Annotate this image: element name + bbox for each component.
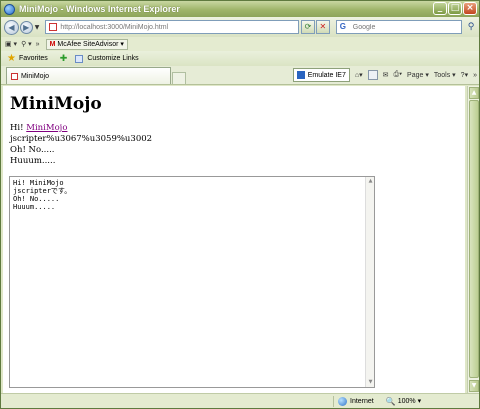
home-icon[interactable]: ⌂▾ bbox=[355, 71, 363, 79]
tools-menu-label: Tools bbox=[433, 72, 451, 79]
textarea-scroll-up-icon[interactable]: ▲ bbox=[366, 177, 375, 186]
research-icon[interactable]: » bbox=[473, 72, 477, 79]
scroll-down-icon[interactable]: ▼ bbox=[469, 380, 479, 392]
favorites-button[interactable]: Favorites bbox=[19, 55, 48, 62]
favorites-bar: ★ Favorites ✚ Customize Links bbox=[1, 51, 479, 66]
page-menu[interactable]: Page ▾ bbox=[407, 71, 429, 79]
page-scrollbar[interactable]: ▲ ▼ bbox=[467, 86, 479, 393]
links-toolbar: ▣ ▾ ⚲ ▾ » M McAfee SiteAdvisor ▾ bbox=[1, 37, 479, 51]
status-bar: Internet 🔍 100% ▾ bbox=[1, 393, 479, 408]
emulate-label: Emulate IE7 bbox=[307, 71, 346, 79]
textarea-scroll-down-icon[interactable]: ▼ bbox=[366, 378, 375, 387]
minimojo-link[interactable]: MiniMojo bbox=[26, 123, 67, 133]
recent-pages-dropdown-icon[interactable]: ▼ bbox=[35, 24, 40, 31]
toolbar-icon[interactable]: ▣ ▾ bbox=[5, 40, 17, 48]
close-button[interactable]: × bbox=[463, 2, 477, 15]
page-menu-label: Page bbox=[407, 72, 424, 79]
favorites-star-icon[interactable]: ★ bbox=[7, 53, 16, 64]
tab-bar: MiniMojo Emulate IE7 ⌂▾ ✉ ⎙▾ Page ▾ Tool… bbox=[1, 66, 479, 85]
read-mail-icon[interactable]: ✉ bbox=[383, 71, 389, 79]
new-tab-button[interactable] bbox=[172, 72, 186, 84]
refresh-button[interactable]: ⟳ bbox=[301, 20, 315, 34]
page-heading: MiniMojo bbox=[10, 94, 102, 114]
mcafee-siteadvisor-button[interactable]: M McAfee SiteAdvisor ▾ bbox=[45, 38, 128, 50]
oh-no-line: Oh! No..... bbox=[10, 145, 55, 155]
page-content: MiniMojo Hi! MiniMojo jscripter%u3067%u3… bbox=[3, 86, 465, 393]
customize-links-icon bbox=[75, 54, 84, 63]
back-button[interactable]: ◀ bbox=[4, 19, 19, 35]
zoom-level: 100% bbox=[397, 397, 416, 405]
browser-window: MiniMojo - Windows Internet Explorer _ □… bbox=[0, 0, 480, 409]
zoom-control[interactable]: 🔍 100% ▾ bbox=[386, 397, 421, 406]
tools-menu[interactable]: Tools ▾ bbox=[434, 71, 456, 79]
page-icon bbox=[49, 23, 58, 31]
ie-logo-icon bbox=[4, 3, 15, 15]
stop-button[interactable]: ✕ bbox=[315, 20, 330, 34]
title-bar: MiniMojo - Windows Internet Explorer _ □… bbox=[1, 1, 479, 17]
search-box[interactable]: G bbox=[335, 20, 463, 34]
encoded-line: jscripter%u3067%u3059%u3002 bbox=[10, 134, 153, 144]
print-icon[interactable]: ⎙▾ bbox=[393, 71, 402, 79]
window-title: MiniMojo - Windows Internet Explorer bbox=[19, 4, 180, 14]
feeds-icon[interactable] bbox=[367, 70, 378, 80]
security-zone-label: Internet bbox=[350, 397, 374, 405]
tab-label: MiniMojo bbox=[21, 72, 50, 80]
forward-button[interactable]: ▶ bbox=[19, 20, 33, 34]
chevron-icon[interactable]: » bbox=[36, 41, 40, 48]
mcafee-label: McAfee SiteAdvisor bbox=[57, 40, 119, 48]
huuum-line: Huuum..... bbox=[10, 156, 56, 166]
textarea-content[interactable]: Hi! MiniMojo jscripterです。 Oh! No..... Hu… bbox=[13, 179, 71, 211]
command-bar: Emulate IE7 ⌂▾ ✉ ⎙▾ Page ▾ Tools ▾ ?▾ » bbox=[292, 68, 477, 82]
add-favorite-icon[interactable]: ✚ bbox=[60, 53, 68, 64]
maximize-button[interactable]: □ bbox=[448, 2, 462, 15]
minimize-button[interactable]: _ bbox=[433, 2, 447, 15]
tab-minimojo[interactable]: MiniMojo bbox=[6, 67, 171, 84]
address-url[interactable]: http://localhost:3000/MiniMojo.html bbox=[60, 24, 168, 31]
search-icon[interactable]: ⚲ bbox=[463, 20, 479, 34]
google-icon: G bbox=[339, 22, 347, 31]
address-bar[interactable]: http://localhost:3000/MiniMojo.html bbox=[45, 20, 300, 34]
greeting-line: Hi! MiniMojo bbox=[10, 123, 67, 133]
help-icon[interactable]: ?▾ bbox=[461, 71, 468, 79]
navigation-bar: ◀ ▶ ▼ http://localhost:3000/MiniMojo.htm… bbox=[1, 17, 479, 37]
search-input[interactable] bbox=[352, 23, 453, 31]
scroll-thumb[interactable] bbox=[469, 100, 479, 378]
tab-page-icon bbox=[11, 72, 18, 80]
textarea-scrollbar[interactable]: ▲ ▼ bbox=[365, 177, 374, 387]
greeting-prefix: Hi! bbox=[10, 123, 27, 133]
customize-links-link[interactable]: Customize Links bbox=[87, 55, 138, 62]
zoom-icon: 🔍 bbox=[385, 396, 396, 406]
emulate-ie7-button[interactable]: Emulate IE7 bbox=[292, 68, 350, 82]
scroll-up-icon[interactable]: ▲ bbox=[469, 87, 479, 99]
zoom-dropdown-icon[interactable]: ▾ bbox=[418, 397, 422, 405]
status-divider bbox=[333, 395, 334, 407]
search-toolbar-icon[interactable]: ⚲ ▾ bbox=[21, 40, 32, 48]
internet-zone-icon bbox=[338, 396, 347, 406]
ie7-icon bbox=[296, 71, 305, 79]
message-textarea[interactable]: Hi! MiniMojo jscripterです。 Oh! No..... Hu… bbox=[9, 176, 375, 388]
